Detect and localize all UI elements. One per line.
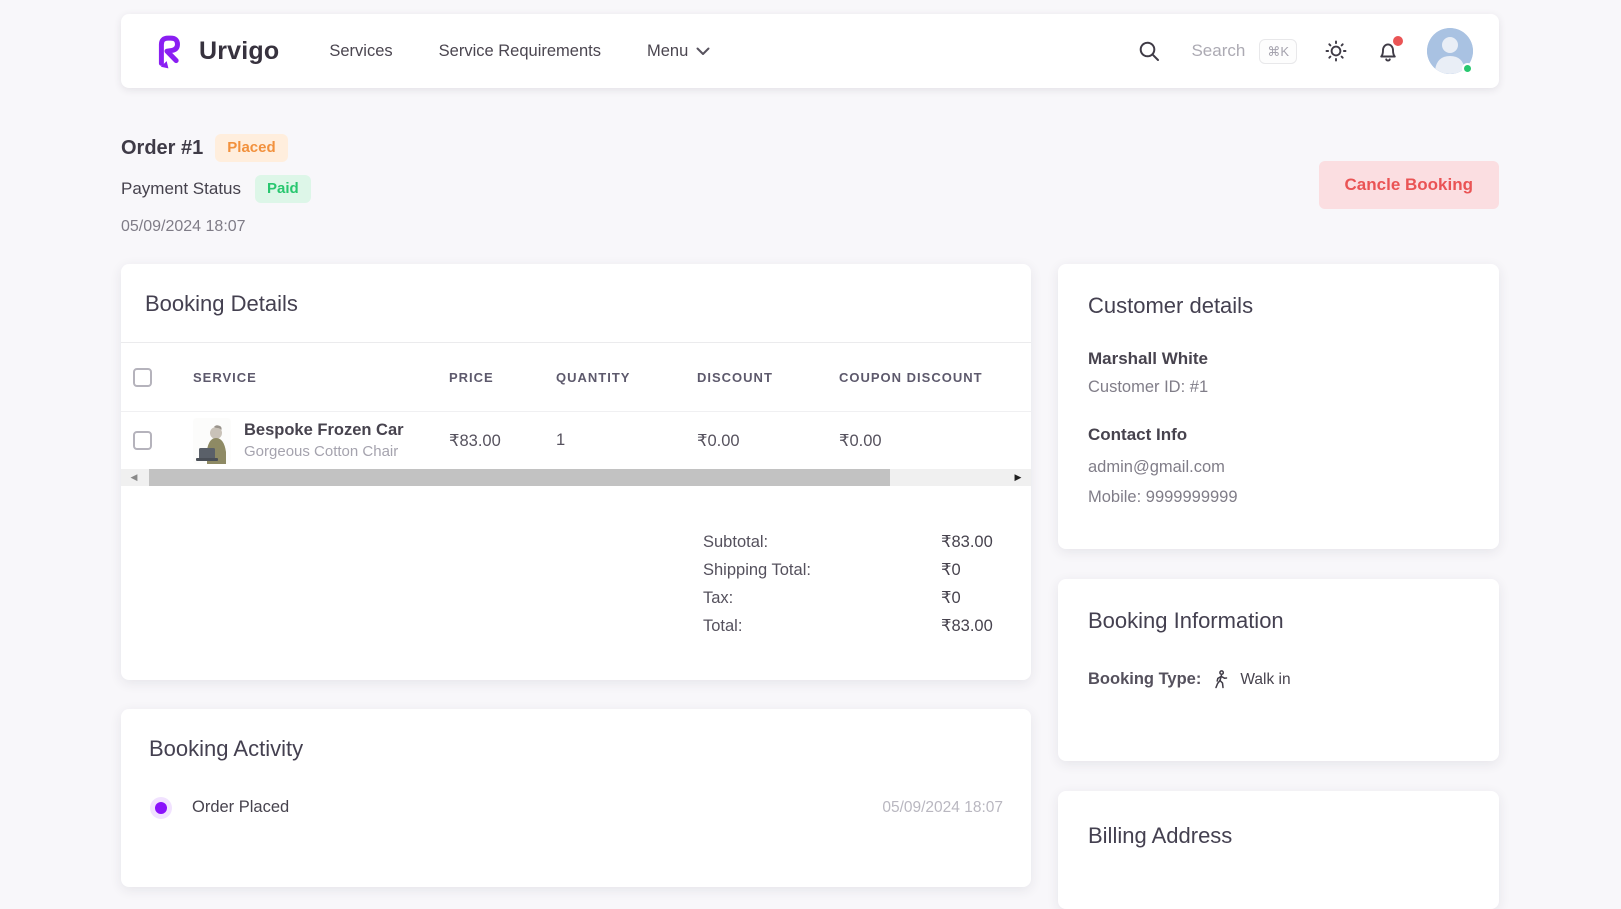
booking-type-label: Booking Type: <box>1088 670 1201 689</box>
cell-discount: ₹0.00 <box>697 431 839 451</box>
column-header-service: SERVICE <box>193 370 449 385</box>
order-datetime: 05/09/2024 18:07 <box>121 218 311 236</box>
payment-status-label: Payment Status <box>121 179 241 199</box>
booking-activity-title: Booking Activity <box>149 736 1003 762</box>
column-header-coupon-discount: COUPON DISCOUNT <box>839 370 1031 385</box>
billing-address-title: Billing Address <box>1088 823 1469 849</box>
nav-item-menu-label: Menu <box>647 42 688 61</box>
search-trigger[interactable]: Search ⌘K <box>1137 39 1297 64</box>
shipping-total-value: ₹0 <box>941 556 961 584</box>
total-value: ₹83.00 <box>941 612 993 640</box>
billing-address-card: Billing Address <box>1058 791 1499 909</box>
cell-quantity: 1 <box>556 431 697 450</box>
booking-activity-card: Booking Activity Order Placed 05/09/2024… <box>121 709 1031 887</box>
nav-right: Search ⌘K <box>1137 28 1473 74</box>
search-placeholder: Search <box>1191 41 1245 61</box>
nav-item-services[interactable]: Services <box>329 42 392 61</box>
order-status-badge: Placed <box>215 134 287 162</box>
booking-type-value: Walk in <box>1240 671 1290 689</box>
column-header-price: PRICE <box>449 370 556 385</box>
main-content: Booking Details SERVICE PRICE QUANTITY D… <box>121 264 1499 909</box>
customer-mobile: Mobile: 9999999999 <box>1088 488 1469 507</box>
scroll-right-arrow-icon[interactable]: ▶ <box>1005 469 1031 486</box>
activity-event-datetime: 05/09/2024 18:07 <box>882 799 1003 817</box>
search-icon <box>1137 39 1161 63</box>
nav-item-menu[interactable]: Menu <box>647 42 710 61</box>
order-header: Order #1 Placed Payment Status Paid 05/0… <box>121 134 1499 236</box>
left-column: Booking Details SERVICE PRICE QUANTITY D… <box>121 264 1031 887</box>
tax-value: ₹0 <box>941 584 961 612</box>
shipping-total-label: Shipping Total: <box>703 556 941 584</box>
booking-information-title: Booking Information <box>1088 608 1469 634</box>
sun-icon <box>1323 38 1349 64</box>
table-row: Bespoke Frozen Car Gorgeous Cotton Chair… <box>121 412 1031 469</box>
brand-logo-icon <box>151 32 187 70</box>
cell-coupon-discount: ₹0.00 <box>839 431 1031 451</box>
activity-event: Order Placed 05/09/2024 18:07 <box>149 798 1003 817</box>
order-header-left: Order #1 Placed Payment Status Paid 05/0… <box>121 134 311 236</box>
navbar: Urvigo Services Service Requirements Men… <box>121 14 1499 88</box>
column-header-quantity: QUANTITY <box>556 370 697 385</box>
right-column: Customer details Marshall White Customer… <box>1058 264 1499 909</box>
notification-badge-dot <box>1393 36 1403 46</box>
customer-id: Customer ID: #1 <box>1088 378 1469 397</box>
cancel-booking-button[interactable]: Cancle Booking <box>1319 161 1499 209</box>
subtotal-label: Subtotal: <box>703 528 941 556</box>
select-all-checkbox[interactable] <box>133 368 152 387</box>
subtotal-value: ₹83.00 <box>941 528 993 556</box>
customer-name: Marshall White <box>1088 349 1469 369</box>
booking-details-card: Booking Details SERVICE PRICE QUANTITY D… <box>121 264 1031 680</box>
service-name[interactable]: Bespoke Frozen Car <box>244 419 404 441</box>
service-variant: Gorgeous Cotton Chair <box>244 442 404 462</box>
activity-event-label: Order Placed <box>192 798 289 817</box>
page: Urvigo Services Service Requirements Men… <box>0 14 1621 909</box>
user-menu[interactable] <box>1427 28 1473 74</box>
customer-details-card: Customer details Marshall White Customer… <box>1058 264 1499 549</box>
chevron-down-icon <box>696 47 710 56</box>
brand[interactable]: Urvigo <box>151 32 279 70</box>
online-status-dot <box>1462 63 1473 74</box>
order-title: Order #1 <box>121 137 203 160</box>
timeline-dot-icon <box>155 802 167 814</box>
booking-information-card: Booking Information Booking Type: Walk i… <box>1058 579 1499 761</box>
scroll-left-arrow-icon[interactable]: ◀ <box>121 469 147 486</box>
notifications-button[interactable] <box>1375 38 1401 65</box>
customer-details-title: Customer details <box>1088 293 1469 319</box>
row-checkbox[interactable] <box>133 431 152 450</box>
booking-details-title: Booking Details <box>145 291 1007 317</box>
cell-price: ₹83.00 <box>449 431 556 451</box>
search-shortcut-badge: ⌘K <box>1259 39 1297 64</box>
total-label: Total: <box>703 612 941 640</box>
table-header: SERVICE PRICE QUANTITY DISCOUNT COUPON D… <box>121 343 1031 412</box>
totals-section: Subtotal: ₹83.00 Shipping Total: ₹0 Tax:… <box>121 486 1031 680</box>
column-header-discount: DISCOUNT <box>697 370 839 385</box>
scrollbar-thumb[interactable] <box>149 469 890 486</box>
contact-info-title: Contact Info <box>1088 425 1469 445</box>
nav-links: Services Service Requirements Menu <box>329 42 710 61</box>
walk-in-icon <box>1213 670 1228 689</box>
nav-item-service-requirements[interactable]: Service Requirements <box>439 42 601 61</box>
payment-status-badge: Paid <box>255 175 311 203</box>
brand-name: Urvigo <box>199 37 279 66</box>
customer-email: admin@gmail.com <box>1088 458 1469 477</box>
tax-label: Tax: <box>703 584 941 612</box>
service-thumbnail <box>193 418 231 464</box>
horizontal-scrollbar[interactable]: ◀ ▶ <box>121 469 1031 486</box>
theme-toggle-button[interactable] <box>1323 38 1349 64</box>
